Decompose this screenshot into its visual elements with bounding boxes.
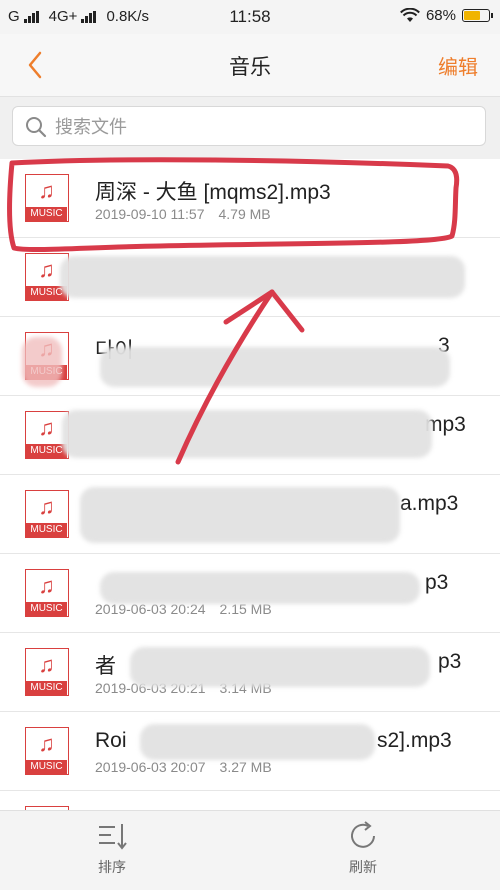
file-size: 4.79 MB [218,206,271,222]
file-row[interactable]: ♫ MUSIC 者 p3 2019-06-03 20:21 3.14 MB [0,633,500,712]
redacted-area [22,337,62,387]
music-icon-label: MUSIC [26,207,67,221]
music-note-icon: ♫ [38,731,55,756]
music-icon-label: MUSIC [26,760,67,774]
music-note-icon: ♫ [38,573,55,598]
file-name-suffix: p3 [438,650,462,673]
redacted-area [60,256,465,298]
redacted-area [80,487,400,543]
search-icon [26,117,47,138]
file-row[interactable]: ♫ MUSIC p3 2019-06-03 20:24 2.15 MB [0,554,500,633]
search-input[interactable] [53,113,477,141]
redacted-area [62,410,432,458]
bottom-toolbar: 排序 刷新 [0,810,500,890]
file-meta: 2019-09-10 11:57 4.79 MB [95,206,271,222]
music-note-icon: ♫ [38,415,55,440]
music-note-icon: ♫ [38,494,55,519]
file-row[interactable] [0,791,500,810]
file-date: 2019-06-03 20:07 [95,759,206,775]
music-file-icon: ♫ MUSIC [25,569,69,617]
search-box[interactable] [12,106,486,146]
battery-icon [462,9,493,22]
file-name: 周深 - 大鱼 [mqms2].mp3 [95,181,331,204]
music-icon-label: MUSIC [26,602,67,616]
app-header: 音乐 编辑 [0,34,500,97]
status-bar: G 4G+ 0.8K/s 11:58 68% [0,0,500,34]
sort-label: 排序 [98,859,126,875]
file-meta: 2019-06-03 20:07 3.27 MB [95,759,272,775]
sort-button[interactable]: 排序 [72,819,152,877]
file-name: 者 [95,655,116,678]
redacted-area [140,724,375,760]
music-file-icon: ♫ MUSIC [25,174,69,222]
file-list[interactable]: ♫ MUSIC 周深 - 大鱼 [mqms2].mp3 2019-09-10 11… [0,159,500,810]
file-row[interactable]: ♫ MUSIC a.mp3 [0,475,500,554]
file-name: Roi [95,729,127,752]
file-size: 3.27 MB [219,759,272,775]
refresh-icon [351,821,375,848]
sort-icon [99,824,127,850]
file-name-suffix: p3 [425,571,449,594]
file-row[interactable]: ♫MUSIC 다이 3 [0,317,500,396]
music-icon-label: MUSIC [26,523,67,537]
music-file-icon: ♫ MUSIC [25,490,69,538]
file-row[interactable]: ♫ MUSIC Roi s2].mp3 2019-06-03 20:07 3.27 … [0,712,500,791]
file-row[interactable]: ♫ MUSIC [0,238,500,317]
music-icon-label: MUSIC [26,681,67,695]
wifi-icon [400,8,420,22]
music-note-icon: ♫ [38,652,55,677]
file-row[interactable]: ♫ MUSIC 周深 - 大鱼 [mqms2].mp3 2019-09-10 11… [0,159,500,238]
file-name-suffix: s2].mp3 [377,729,452,752]
refresh-label: 刷新 [349,859,377,875]
music-icon-label: MUSIC [26,444,67,458]
file-date: 2019-09-10 11:57 [95,206,205,222]
edit-button[interactable]: 编辑 [438,51,478,80]
music-file-icon: ♫ MUSIC [25,648,69,696]
redacted-area [100,572,420,604]
file-row[interactable]: ♫ MUSIC mp3 [0,396,500,475]
status-right: 68% [400,7,493,24]
search-area [0,97,500,159]
refresh-button[interactable]: 刷新 [323,819,403,877]
music-file-icon: ♫ MUSIC [25,727,69,775]
file-name-suffix: a.mp3 [400,492,459,515]
battery-percent: 68% [425,7,456,24]
redacted-area [100,347,450,387]
redacted-area [130,647,430,687]
page-title: 音乐 [229,56,271,79]
music-note-icon: ♫ [38,178,55,203]
